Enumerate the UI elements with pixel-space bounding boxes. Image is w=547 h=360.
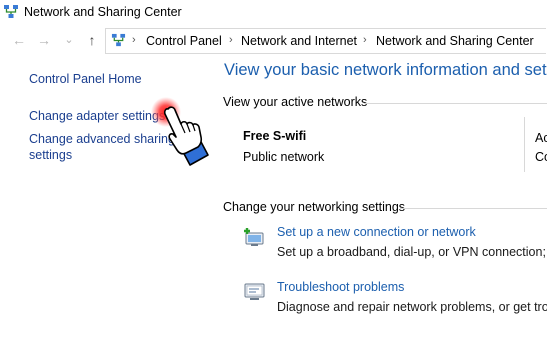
network-name: Free S-wifi xyxy=(243,129,307,143)
access-type-label: Ac xyxy=(535,131,547,145)
change-advanced-sharing-link-line2[interactable]: settings xyxy=(29,148,72,162)
troubleshoot-link[interactable]: Troubleshoot problems xyxy=(277,280,404,294)
forward-button[interactable]: → xyxy=(35,32,53,48)
title-bar: Network and Sharing Center xyxy=(0,0,547,26)
troubleshoot-description: Diagnose and repair network problems, or… xyxy=(277,300,547,314)
divider xyxy=(524,117,525,172)
breadcrumb-network-and-sharing-center[interactable]: Network and Sharing Center xyxy=(376,34,534,48)
new-connection-icon xyxy=(244,228,264,246)
page-heading: View your basic network information and … xyxy=(224,61,547,79)
change-settings-label: Change your networking settings xyxy=(223,200,406,214)
divider xyxy=(364,103,547,104)
setup-connection-link[interactable]: Set up a new connection or network xyxy=(277,225,476,239)
window-title: Network and Sharing Center xyxy=(24,5,182,19)
connections-label: Co xyxy=(535,150,547,164)
active-networks-label: View your active networks xyxy=(223,95,368,109)
control-panel-home-link[interactable]: Control Panel Home xyxy=(29,72,142,86)
setup-connection-description: Set up a broadband, dial-up, or VPN conn… xyxy=(277,245,547,259)
network-type: Public network xyxy=(243,150,325,164)
address-bar[interactable]: › Control Panel › Network and Internet ›… xyxy=(105,28,546,54)
troubleshoot-icon xyxy=(244,283,265,300)
navigation-bar: ← → ⌄ ↑ › Control Panel › Network and In… xyxy=(0,26,547,54)
breadcrumb-separator: › xyxy=(363,34,367,46)
change-adapter-settings-link[interactable]: Change adapter settings xyxy=(29,109,165,123)
breadcrumb-separator: › xyxy=(229,34,233,46)
breadcrumb-separator: › xyxy=(132,34,136,46)
network-center-icon xyxy=(4,5,18,18)
breadcrumb-control-panel[interactable]: Control Panel xyxy=(146,34,222,48)
control-panel-icon xyxy=(111,33,126,47)
breadcrumb-network-and-internet[interactable]: Network and Internet xyxy=(241,34,357,48)
hand-pointer-icon xyxy=(148,95,218,170)
recent-locations-button[interactable]: ⌄ xyxy=(60,32,78,48)
back-button[interactable]: ← xyxy=(10,32,28,48)
divider xyxy=(400,208,547,209)
up-button[interactable]: ↑ xyxy=(83,32,101,48)
